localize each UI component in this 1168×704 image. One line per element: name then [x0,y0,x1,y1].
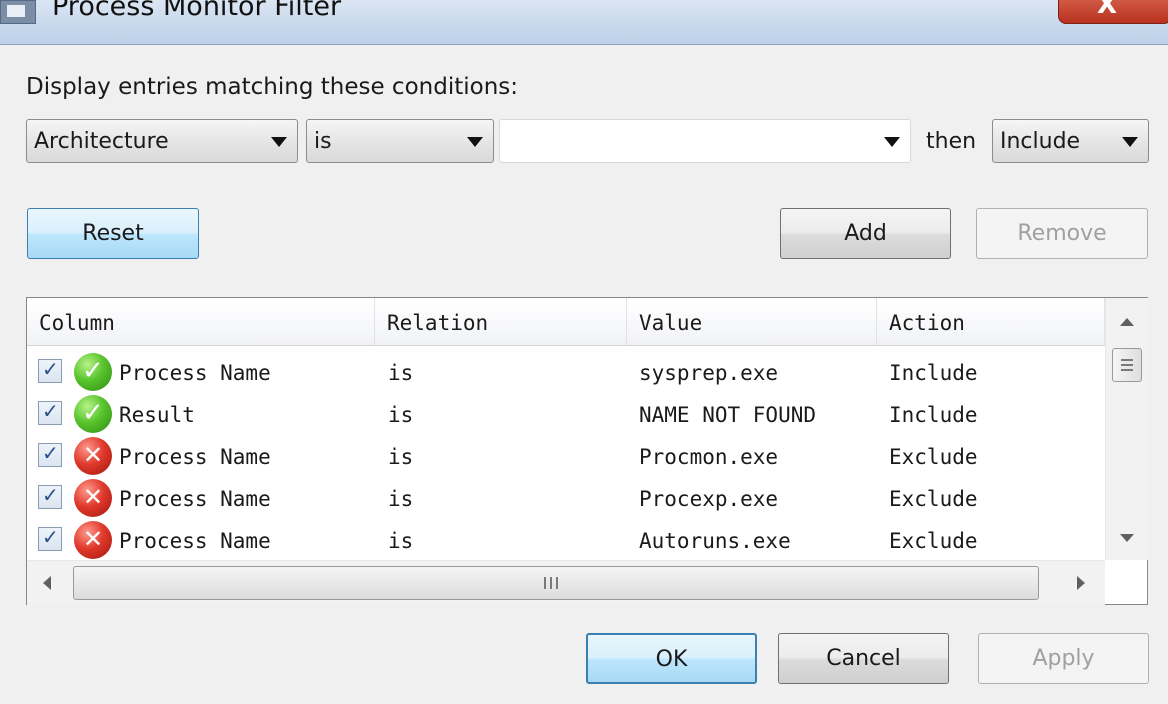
column-dropdown[interactable]: Architecture [26,119,298,163]
row-value-cell: sysprep.exe [639,361,779,385]
red-x-icon [74,479,112,517]
row-value-cell: Procexp.exe [639,487,779,511]
row-column-cell: Process Name [119,487,271,511]
table-row[interactable]: Process Name is Procmon.exe Exclude [27,435,1105,477]
title-bar[interactable]: Process Monitor Filter X [0,0,1168,45]
row-checkbox[interactable] [38,525,62,551]
ok-button[interactable]: OK [586,633,757,684]
grip-line [1121,359,1133,361]
relation-dropdown-value: is [314,129,332,154]
grip-line [1121,364,1133,366]
green-check-icon [74,353,112,391]
apply-button[interactable]: Apply [978,633,1149,684]
reset-button-label: Reset [82,221,144,246]
app-icon [0,0,36,24]
apply-button-label: Apply [1032,646,1095,671]
conditions-prompt: Display entries matching these condition… [26,74,519,100]
scroll-up-icon[interactable] [1120,318,1134,326]
filter-list[interactable]: Column Relation Value Action Process Nam… [26,297,1148,605]
row-value-cell: NAME NOT FOUND [639,403,817,427]
column-header-action[interactable]: Action [877,298,1105,346]
table-row[interactable]: Process Name is Autoruns.exe Exclude [27,519,1105,561]
remove-button[interactable]: Remove [976,208,1148,259]
then-label: then [926,129,977,154]
remove-button-label: Remove [1017,221,1107,246]
vertical-scrollbar[interactable] [1105,298,1148,560]
row-checkbox[interactable] [38,399,62,425]
add-button-label: Add [844,221,887,246]
chevron-down-icon [271,137,287,147]
row-action-cell: Exclude [889,529,978,553]
row-relation-cell: is [388,529,414,553]
value-combobox[interactable] [499,119,911,163]
row-column-cell: Process Name [119,445,271,469]
grip-line [556,577,558,589]
horizontal-scroll-thumb[interactable] [73,566,1039,600]
relation-dropdown[interactable]: is [306,119,494,163]
row-value-cell: Autoruns.exe [639,529,791,553]
row-relation-cell: is [388,445,414,469]
row-relation-cell: is [388,403,414,427]
row-action-cell: Include [889,361,978,385]
chevron-down-icon [1122,137,1138,147]
action-dropdown[interactable]: Include [992,119,1149,163]
row-column-cell: Result [119,403,195,427]
scroll-right-icon[interactable] [1077,576,1085,590]
horizontal-scrollbar[interactable] [27,560,1105,605]
grip-line [550,577,552,589]
row-column-cell: Process Name [119,529,271,553]
row-checkbox[interactable] [38,357,62,383]
cancel-button[interactable]: Cancel [778,633,949,684]
grip-line [544,577,546,589]
column-header-column[interactable]: Column [27,298,375,346]
reset-button[interactable]: Reset [27,208,199,259]
scroll-left-icon[interactable] [43,576,51,590]
red-x-icon [74,521,112,559]
close-icon: X [1097,0,1118,20]
table-row[interactable]: Process Name is sysprep.exe Include [27,351,1105,393]
chevron-down-icon [884,137,900,147]
window-title: Process Monitor Filter [52,0,342,22]
chevron-down-icon [467,137,483,147]
ok-button-label: OK [655,647,688,672]
cancel-button-label: Cancel [826,646,901,671]
row-checkbox[interactable] [38,483,62,509]
green-check-icon [74,395,112,433]
row-action-cell: Exclude [889,487,978,511]
row-action-cell: Exclude [889,445,978,469]
red-x-icon [74,437,112,475]
row-action-cell: Include [889,403,978,427]
row-relation-cell: is [388,487,414,511]
column-header-relation[interactable]: Relation [375,298,627,346]
close-button[interactable]: X [1058,0,1168,24]
column-header-value[interactable]: Value [627,298,877,346]
row-column-cell: Process Name [119,361,271,385]
row-checkbox[interactable] [38,441,62,467]
column-dropdown-value: Architecture [34,129,169,154]
vertical-scroll-thumb[interactable] [1112,348,1142,382]
scroll-down-icon[interactable] [1120,534,1134,542]
row-relation-cell: is [388,361,414,385]
row-value-cell: Procmon.exe [639,445,779,469]
table-row[interactable]: Result is NAME NOT FOUND Include [27,393,1105,435]
table-row[interactable]: Process Name is Procexp.exe Exclude [27,477,1105,519]
add-button[interactable]: Add [780,208,951,259]
grip-line [1121,369,1133,371]
action-dropdown-value: Include [1000,129,1081,154]
